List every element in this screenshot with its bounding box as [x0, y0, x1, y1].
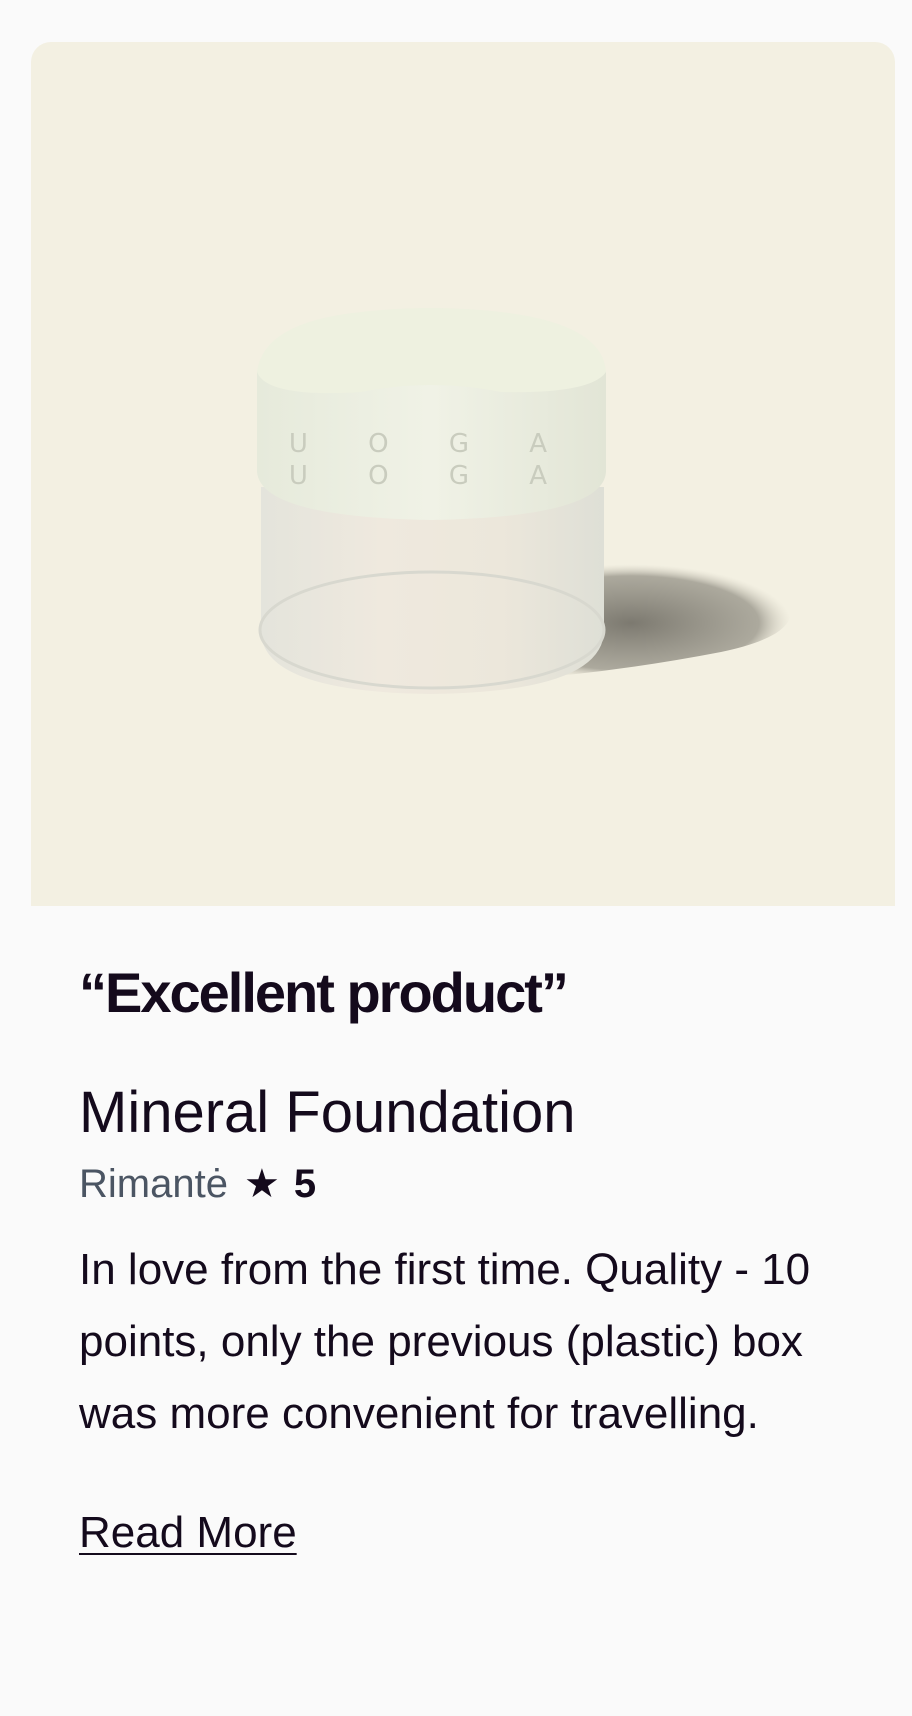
product-name: Mineral Foundation — [79, 1080, 576, 1145]
jar-lid-top — [257, 308, 606, 394]
review-headline: “Excellent product” — [79, 961, 569, 1024]
product-image: U O G A U O G A — [31, 42, 895, 906]
read-more-link[interactable]: Read More — [79, 1508, 297, 1558]
review-rating: 5 — [293, 1161, 317, 1206]
jar-brand-mark-top: U O G A — [289, 429, 573, 459]
review-author: Rimantė — [79, 1161, 228, 1206]
review-content: “Excellent product” Mineral Foundation R… — [79, 960, 869, 1558]
review-card: U O G A U O G A “Excellent product” Mine… — [0, 0, 912, 1716]
star-icon: ★ — [243, 1162, 280, 1206]
review-meta: Rimantė ★ 5 — [79, 1156, 869, 1212]
cosmetic-jar-illustration: U O G A U O G A — [257, 308, 792, 694]
review-text: In love from the first time. Quality - 1… — [79, 1245, 811, 1438]
jar-brand-mark-bottom: U O G A — [289, 461, 573, 491]
